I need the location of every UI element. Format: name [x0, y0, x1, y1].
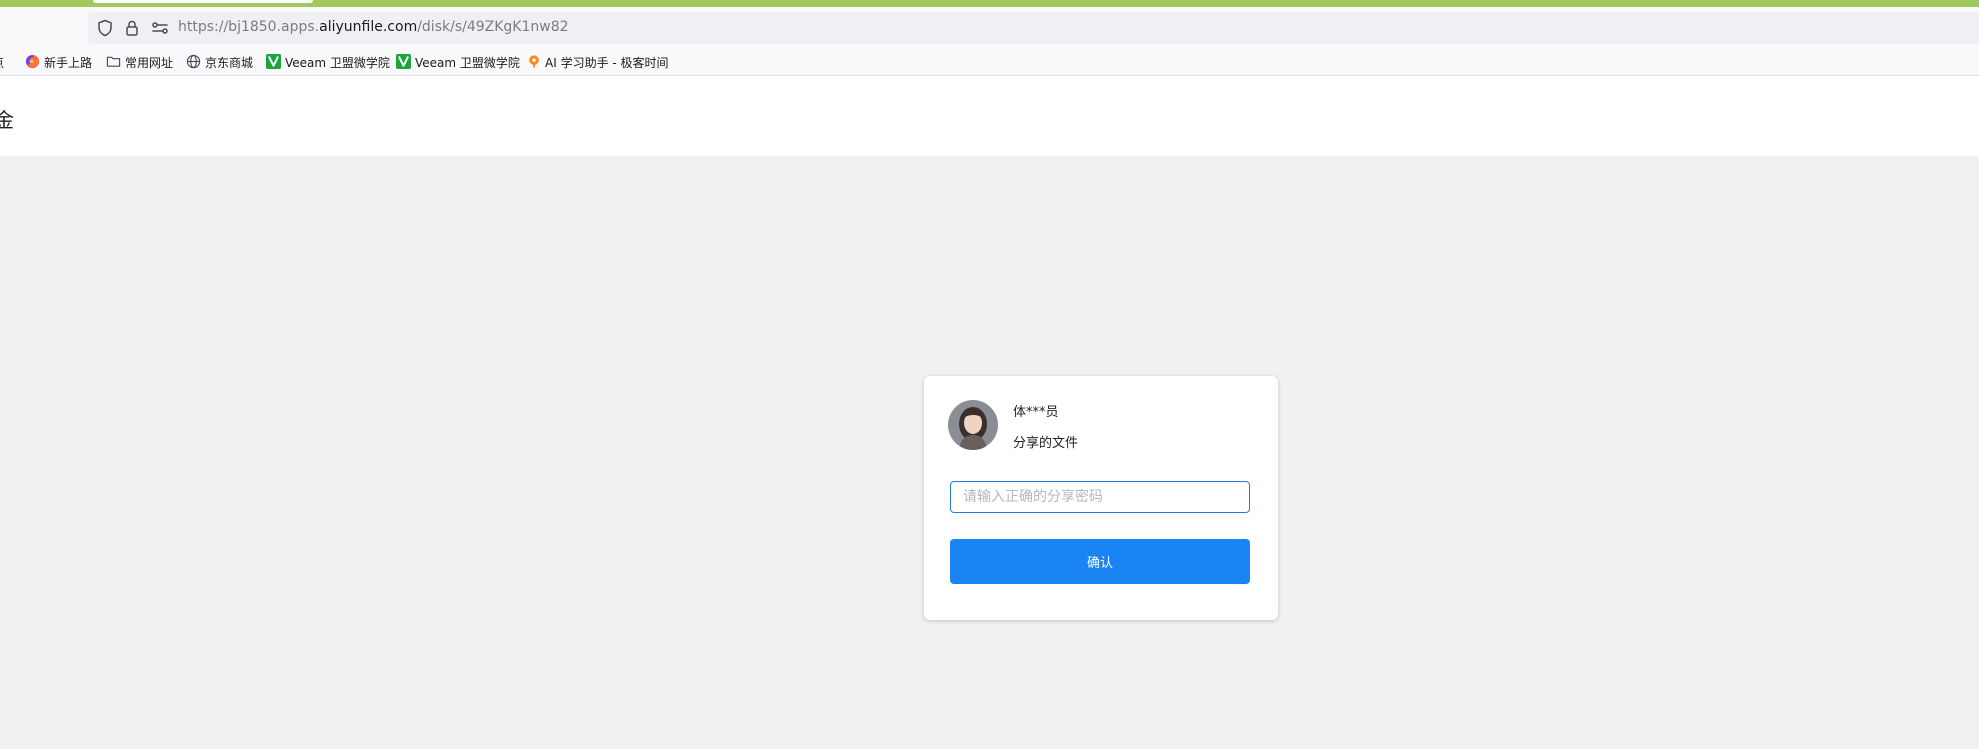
sharer-name: 体***员	[1013, 405, 1059, 420]
url-path: /disk/s/49ZKgK1nw82	[417, 19, 569, 35]
bookmark-item[interactable]: AI 学习助手 - 极客时间	[527, 54, 669, 71]
bookmark-item[interactable]: 常用网址	[106, 54, 173, 71]
folder-icon	[106, 54, 121, 72]
bookmark-item[interactable]: 新手上路	[25, 54, 92, 71]
shield-icon[interactable]	[95, 18, 115, 38]
url-prefix: https://bj1850.apps.	[178, 19, 320, 35]
url-domain: aliyunfile.com	[319, 19, 418, 35]
bookmark-label: 常用网址	[125, 56, 174, 70]
bookmark-label: 点	[0, 54, 4, 71]
bookmark-item[interactable]: 京东商城	[186, 54, 253, 71]
permissions-icon[interactable]	[150, 18, 170, 38]
share-password-input[interactable]	[950, 481, 1250, 513]
bookmark-label: Veeam 卫盟微学院	[285, 56, 390, 70]
bookmark-label: Veeam 卫盟微学院	[415, 56, 520, 70]
site-header	[0, 76, 1979, 156]
globe-icon	[186, 54, 201, 72]
url-text[interactable]: https://bj1850.apps.aliyunfile.com/disk/…	[178, 19, 569, 35]
lock-icon[interactable]	[122, 18, 142, 38]
bookmark-label: AI 学习助手 - 极客时间	[545, 56, 669, 70]
bookmark-item[interactable]: Veeam 卫盟微学院	[266, 53, 390, 72]
bookmark-label: 京东商城	[205, 56, 254, 70]
veeam-icon	[266, 53, 281, 72]
geektime-icon	[527, 54, 541, 71]
bookmark-label: 新手上路	[44, 56, 93, 70]
veeam-icon	[396, 53, 411, 72]
firefox-icon	[25, 54, 40, 72]
share-password-card: 体***员 分享的文件 确认	[924, 376, 1278, 620]
bookmark-item[interactable]: Veeam 卫盟微学院	[396, 53, 520, 72]
active-tab[interactable]	[93, 0, 313, 3]
header-logo-text[interactable]: 金	[0, 104, 14, 133]
confirm-button[interactable]: 确认	[950, 539, 1250, 584]
bookmark-item[interactable]: 点	[0, 54, 4, 71]
sharer-avatar	[948, 400, 998, 450]
share-description: 分享的文件	[1013, 436, 1079, 451]
